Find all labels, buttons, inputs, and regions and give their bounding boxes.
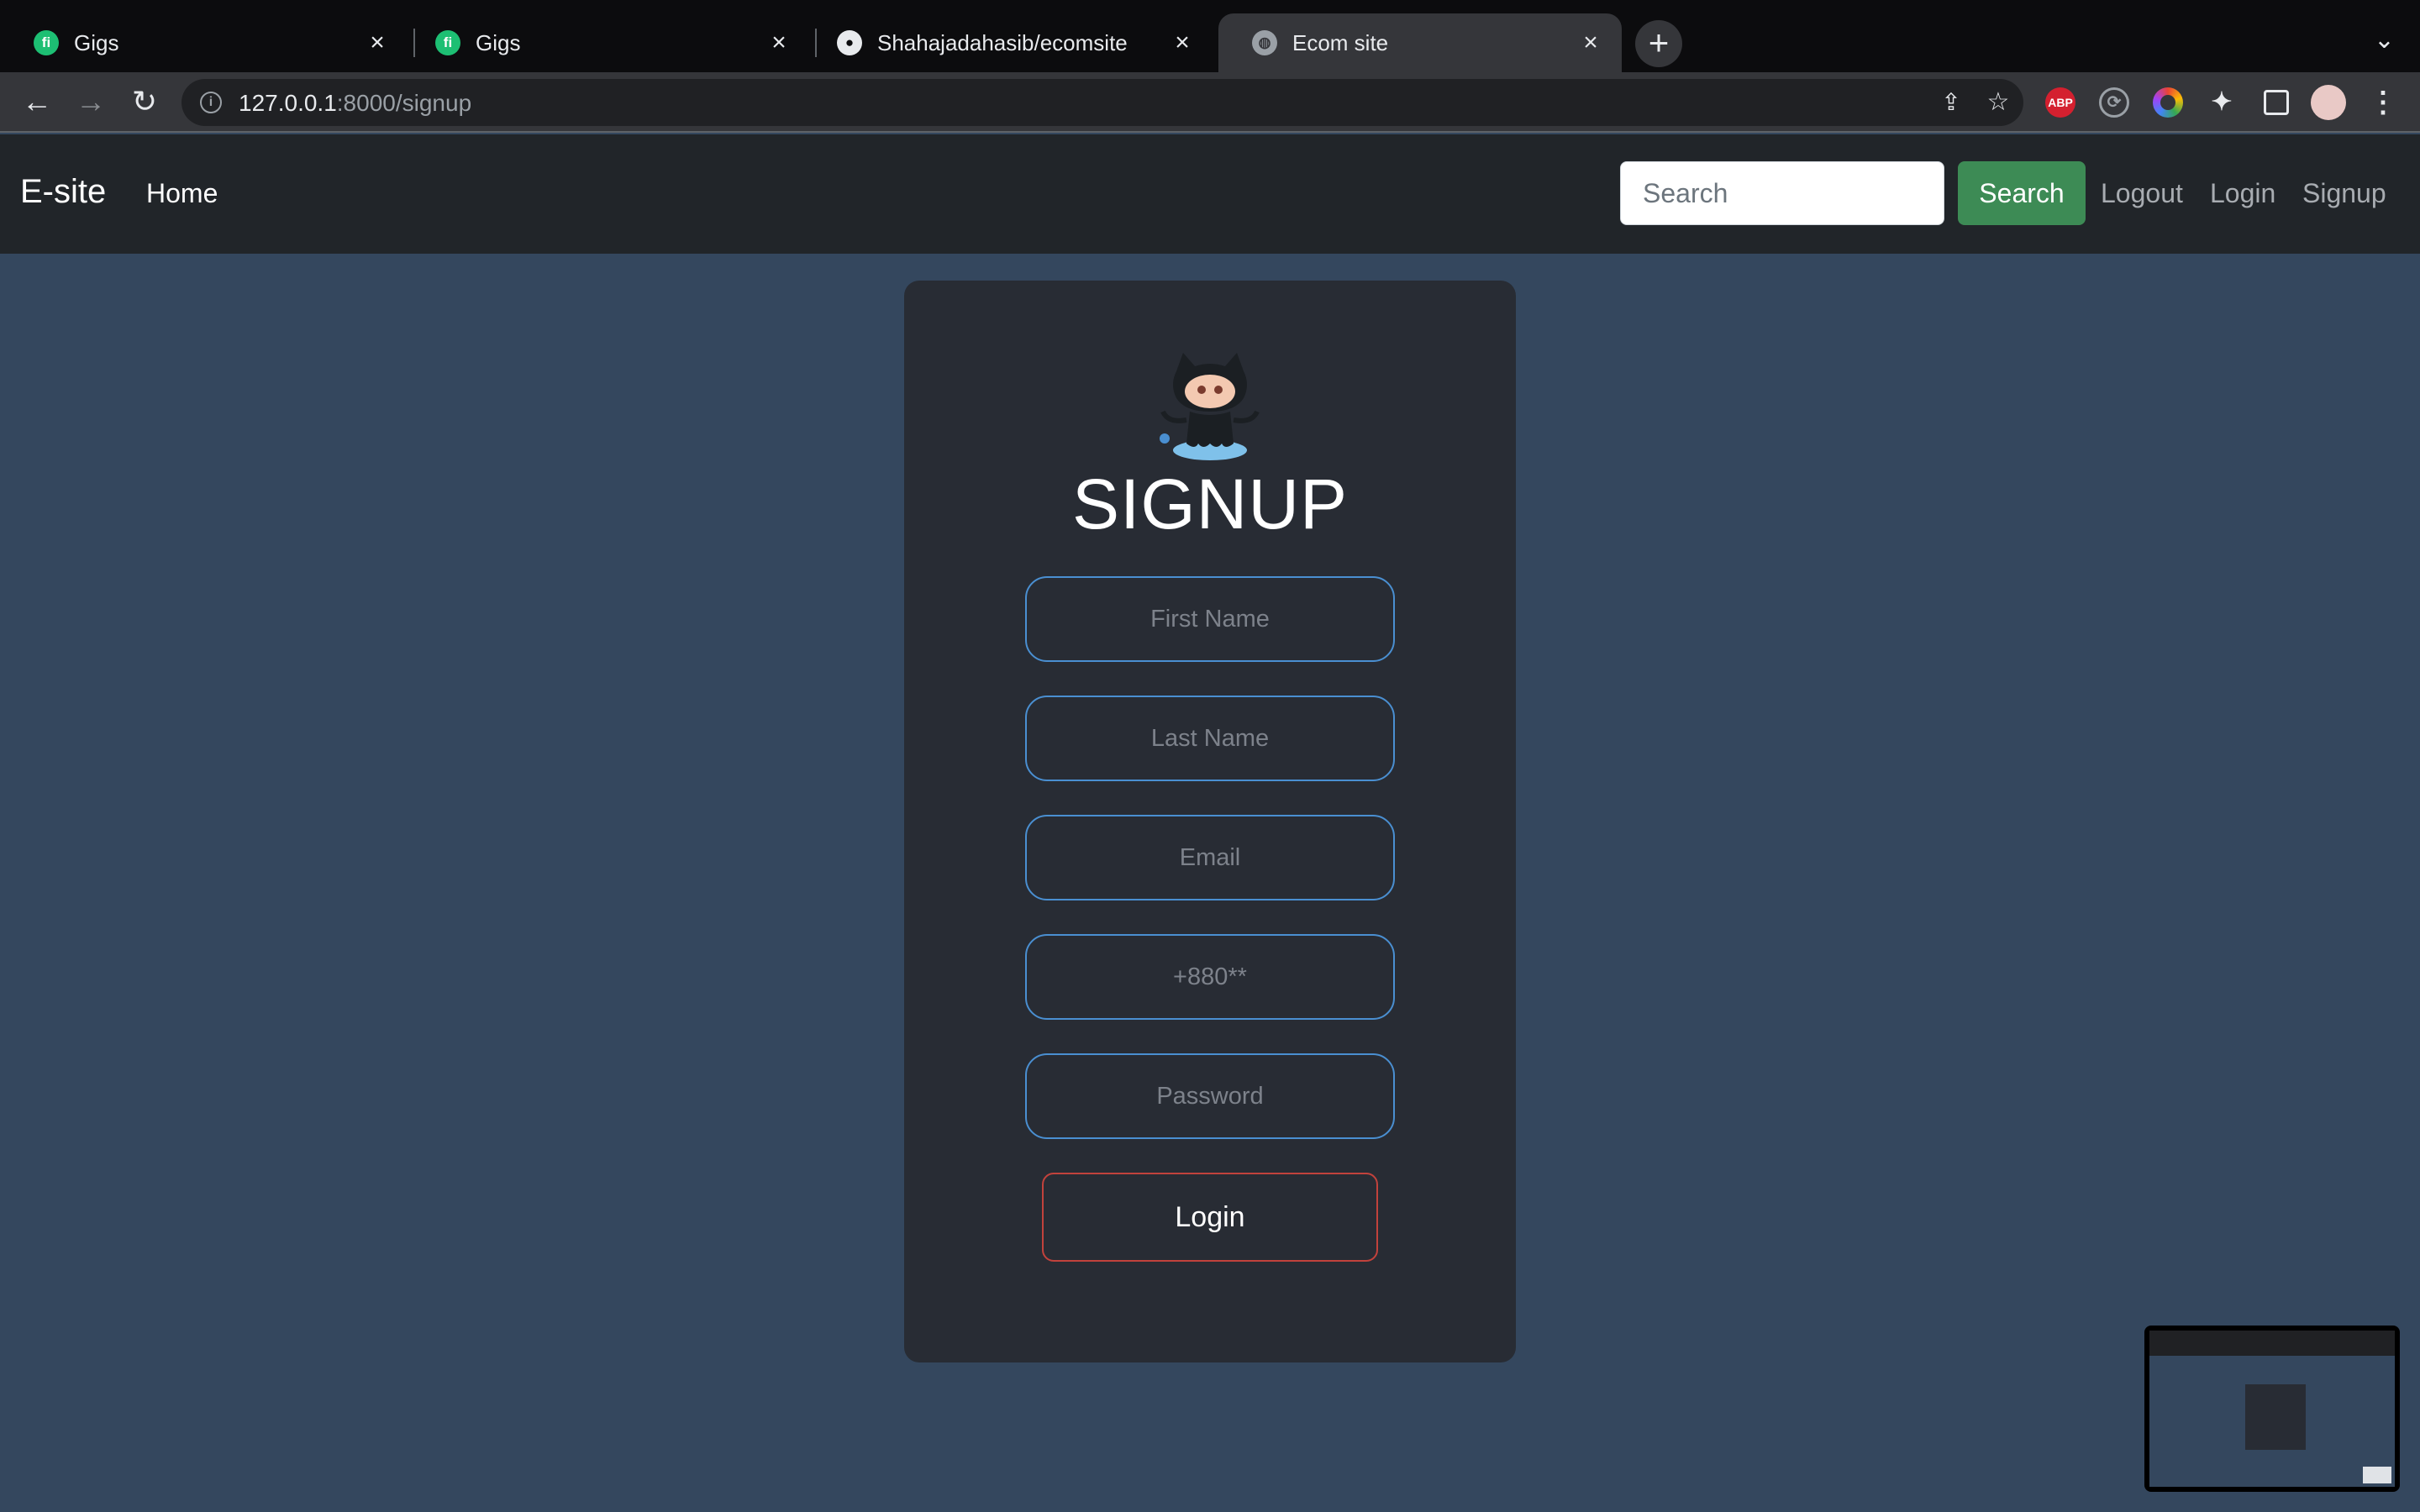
close-icon[interactable]: × (365, 30, 390, 55)
octocat-mascot-icon (1160, 353, 1260, 460)
forward-arrow-icon[interactable]: → (72, 84, 109, 121)
close-icon[interactable]: × (1170, 30, 1195, 55)
tab-title: Gigs (476, 29, 521, 55)
close-icon[interactable]: × (766, 30, 792, 55)
new-tab-button[interactable]: + (1635, 20, 1682, 67)
fiverr-icon: fi (34, 30, 59, 55)
first-name-field[interactable] (1025, 576, 1395, 662)
thumbnail-mini-preview (2363, 1467, 2391, 1483)
browser-tab[interactable]: ● Shahajadahasib/ecomsite × (803, 13, 1213, 72)
phone-field[interactable] (1025, 934, 1395, 1020)
thumbnail-image (2149, 1331, 2395, 1487)
tab-title: Shahajadahasib/ecomsite (877, 29, 1128, 55)
share-icon[interactable]: ⇪ (1938, 89, 1965, 116)
submit-button[interactable]: Login (1042, 1173, 1378, 1262)
github-icon: ● (837, 30, 862, 55)
sync-extension-icon[interactable]: ⟳ (2099, 87, 2129, 118)
bookmark-star-icon[interactable]: ☆ (1985, 89, 2012, 116)
signup-heading: SIGNUP (1071, 465, 1349, 543)
fiverr-icon: fi (435, 30, 460, 55)
nav-link-home[interactable]: Home (146, 178, 218, 209)
close-icon[interactable]: × (1578, 30, 1603, 55)
browser-menu-icon[interactable]: ⋮ (2368, 87, 2398, 118)
url-host: 127.0.0.1 (239, 90, 337, 116)
tab-title: Ecom site (1292, 29, 1389, 55)
screenshot-preview-thumbnail[interactable] (2144, 1326, 2400, 1492)
address-url[interactable]: 127.0.0.1:8000/signup (239, 90, 471, 117)
signup-card: SIGNUP Login (904, 281, 1516, 1362)
back-arrow-icon[interactable]: ← (18, 84, 55, 121)
browser-tab[interactable]: fi Gigs × (0, 13, 408, 72)
nav-link-login[interactable]: Login (2210, 178, 2275, 209)
password-field[interactable] (1025, 1053, 1395, 1139)
nav-link-signup[interactable]: Signup (2302, 178, 2386, 209)
browser-tab[interactable]: fi Gigs × (402, 13, 810, 72)
last-name-field[interactable] (1025, 696, 1395, 781)
nav-link-logout[interactable]: Logout (2101, 178, 2183, 209)
side-panel-icon[interactable] (2264, 90, 2289, 115)
thumbnail-card (2245, 1384, 2306, 1450)
color-picker-extension-icon[interactable] (2153, 87, 2183, 118)
search-button[interactable]: Search (1958, 161, 2086, 225)
reload-icon[interactable]: ↻ (126, 84, 163, 121)
tab-title: Gigs (74, 29, 119, 55)
email-field[interactable] (1025, 815, 1395, 900)
globe-icon: ◍ (1252, 30, 1277, 55)
search-input[interactable] (1620, 161, 1944, 225)
address-bar[interactable]: i 127.0.0.1:8000/signup ⇪ ☆ (182, 79, 2023, 126)
adblock-plus-icon[interactable]: ABP (2045, 87, 2075, 118)
url-path: :8000/signup (336, 90, 472, 116)
site-info-icon[interactable]: i (200, 92, 222, 113)
extensions-puzzle-icon[interactable]: ✦ (2207, 87, 2237, 118)
browser-tab-strip: fi Gigs × fi Gigs × ● Shahajadahasib/eco… (0, 0, 2420, 72)
thumbnail-toolbar (2149, 1331, 2395, 1356)
profile-avatar[interactable] (2311, 85, 2346, 120)
browser-tab-active[interactable]: ◍ Ecom site × (1218, 13, 1622, 72)
tab-search-chevron-icon[interactable]: ⌄ (2374, 25, 2395, 55)
site-brand[interactable]: E-site (20, 173, 106, 211)
site-navbar: E-site Home Search Logout Login Signup (0, 134, 2420, 254)
